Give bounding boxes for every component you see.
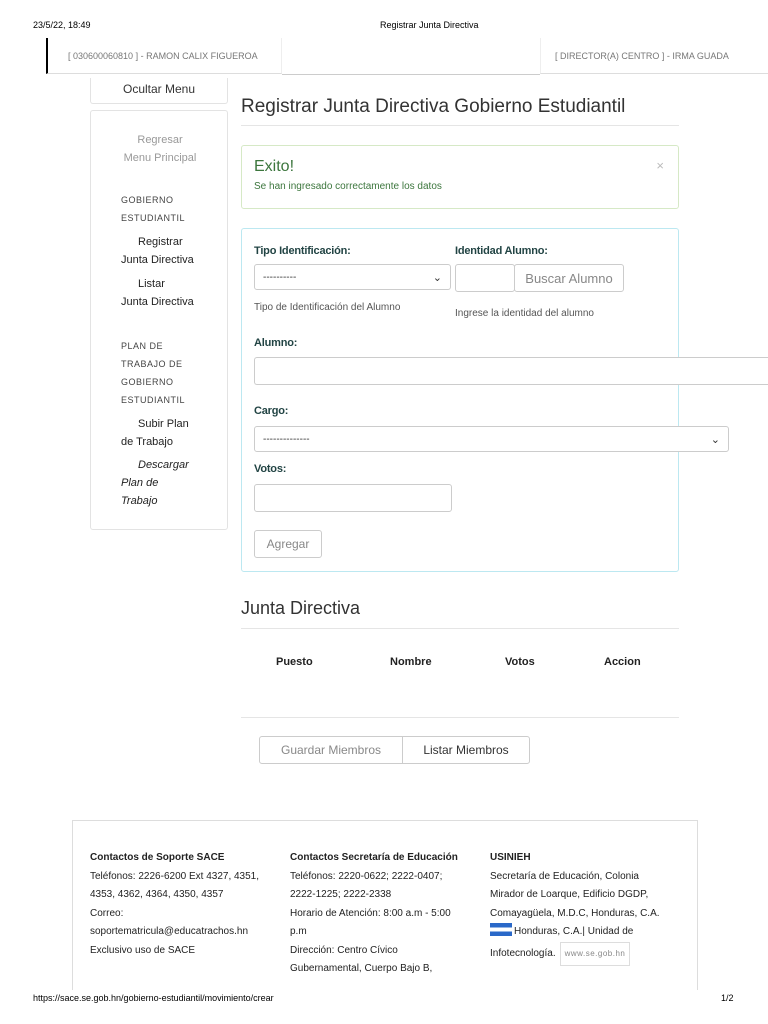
identidad-alumno-label: Identidad Alumno:	[455, 245, 548, 257]
guardar-miembros-button[interactable]: Guardar Miembros	[259, 736, 403, 764]
alumno-label: Alumno:	[254, 337, 298, 349]
footer-soporte: Contactos de Soporte SACE Teléfonos: 222…	[90, 849, 280, 960]
identidad-alumno-input[interactable]	[455, 264, 515, 292]
agregar-button[interactable]: Agregar	[254, 530, 322, 558]
alumno-input[interactable]	[254, 357, 768, 385]
sidebar-item-listar-junta[interactable]: Listar Junta Directiva	[121, 275, 217, 311]
close-icon[interactable]: ×	[656, 158, 664, 173]
print-url: https://sace.se.gob.hn/gobierno-estudian…	[33, 993, 274, 1003]
junta-divider	[241, 628, 679, 629]
junta-directiva-title: Junta Directiva	[241, 598, 361, 618]
cargo-select[interactable]: -------------- ⌄	[254, 426, 729, 452]
success-alert: Exito! Se han ingresado correctamente lo…	[241, 145, 679, 209]
se-gob-hn-badge[interactable]: www.se.gob.hn	[559, 941, 631, 966]
footer-usinieh: USINIEH Secretaría de Educación, Colonia…	[490, 849, 690, 966]
hide-menu-button[interactable]: Ocultar Menu	[90, 78, 228, 104]
cargo-label: Cargo:	[254, 405, 289, 417]
site-footer: Contactos de Soporte SACE Teléfonos: 222…	[72, 820, 698, 990]
tipo-identificacion-label: Tipo Identificación:	[254, 245, 351, 257]
user-info-left: [ 030600060810 ] - RAMON CALIX FIGUEROA	[46, 38, 282, 74]
column-header-puesto: Puesto	[276, 656, 313, 668]
topbar-divider	[282, 74, 540, 75]
back-to-main-menu-link[interactable]: Regresar Menu Principal	[101, 131, 219, 167]
column-header-votos: Votos	[505, 656, 535, 668]
alert-message: Se han ingresado correctamente los datos	[254, 181, 442, 192]
identidad-alumno-help: Ingrese la identidad del alumno	[455, 308, 594, 319]
votos-label: Votos:	[254, 463, 287, 475]
chevron-down-icon: ⌄	[432, 271, 442, 284]
user-role-right: [ DIRECTOR(A) CENTRO ] - IRMA GUADA	[540, 38, 768, 74]
soporte-email: soportematricula@educatrachos.hn	[90, 926, 249, 937]
table-bottom-divider	[241, 717, 679, 718]
listar-miembros-button[interactable]: Listar Miembros	[402, 736, 530, 764]
column-header-accion: Accion	[604, 656, 641, 668]
sidebar-item-subir-plan[interactable]: Subir Plan de Trabajo	[121, 415, 217, 451]
tipo-identificacion-help: Tipo de Identificación del Alumno	[254, 302, 401, 313]
sidebar: Regresar Menu Principal GOBIERNO ESTUDIA…	[90, 110, 228, 530]
title-divider	[241, 125, 679, 126]
honduras-flag-icon	[490, 923, 512, 936]
print-page-number: 1/2	[721, 993, 734, 1003]
sidebar-item-registrar-junta[interactable]: Registrar Junta Directiva	[121, 233, 217, 269]
print-doc-title: Registrar Junta Directiva	[380, 20, 479, 30]
sidebar-item-descargar-plan[interactable]: Descargar Plan de Trabajo	[121, 456, 217, 510]
alert-title: Exito!	[254, 158, 295, 175]
section-plan-de-trabajo: PLAN DE TRABAJO DE GOBIERNO ESTUDIANTIL	[121, 341, 186, 405]
chevron-down-icon: ⌄	[710, 433, 720, 446]
column-header-nombre: Nombre	[390, 656, 432, 668]
buscar-alumno-button[interactable]: Buscar Alumno	[514, 264, 624, 292]
tipo-identificacion-select[interactable]: ---------- ⌄	[254, 264, 451, 290]
page-title: Registrar Junta Directiva Gobierno Estud…	[241, 96, 626, 117]
footer-secretaria: Contactos Secretaría de Educación Teléfo…	[290, 852, 458, 974]
votos-input[interactable]	[254, 484, 452, 512]
print-datetime: 23/5/22, 18:49	[33, 20, 91, 30]
section-gobierno-estudiantil: GOBIERNO ESTUDIANTIL	[121, 195, 186, 223]
